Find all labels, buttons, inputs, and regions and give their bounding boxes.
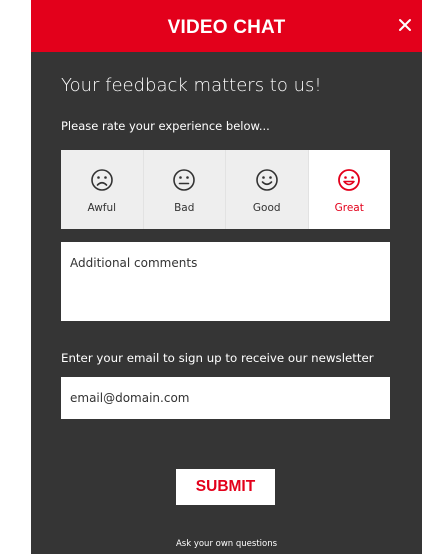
header-title: VIDEO CHAT [167,17,286,38]
smile-face-icon [255,168,279,192]
ask-questions-link[interactable]: Ask your own questions [31,539,422,549]
email-field[interactable] [61,377,390,419]
submit-button[interactable]: SUBMIT [176,469,275,505]
rating-option-good[interactable]: Good [226,150,309,229]
frown-face-icon [90,168,114,192]
rating-option-awful[interactable]: Awful [61,150,144,229]
widget-header: VIDEO CHAT [31,0,422,52]
video-chat-widget: VIDEO CHAT Your feedback matters to us! … [31,0,422,554]
feedback-headline: Your feedback matters to us! [61,75,322,96]
rating-option-great[interactable]: Great [308,150,390,229]
rating-prompt: Please rate your experience below... [61,119,270,133]
neutral-face-icon [172,168,196,192]
rating-label-bad: Bad [174,202,195,214]
rating-label-great: Great [334,202,364,214]
grin-face-icon [337,168,361,192]
close-button[interactable] [398,18,412,32]
rating-label-awful: Awful [87,202,117,214]
rating-option-bad[interactable]: Bad [143,150,226,229]
comments-field[interactable] [61,242,390,321]
close-icon[interactable] [398,18,412,32]
rating-options: Awful Bad Good Great [61,150,390,229]
rating-label-good: Good [252,202,281,214]
newsletter-label: Enter your email to sign up to receive o… [61,351,374,365]
